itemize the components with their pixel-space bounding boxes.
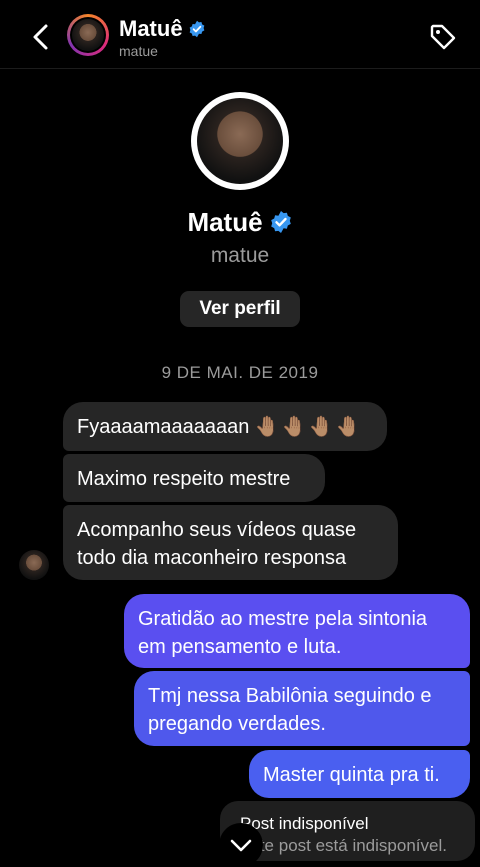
view-profile-button[interactable]: Ver perfil (180, 291, 300, 327)
scroll-to-bottom-button[interactable] (219, 823, 263, 867)
post-unavailable-title: Post indisponível (240, 814, 369, 833)
message-bubble-outgoing[interactable]: Gratidão ao mestre pela sintonia em pens… (124, 594, 470, 668)
post-unavailable-subtitle: Este post está indisponível. (240, 836, 447, 855)
tag-icon[interactable] (429, 23, 457, 51)
chat-header: Matuê matue (0, 0, 480, 69)
header-username: matue (119, 43, 158, 59)
verified-badge-icon (189, 20, 205, 38)
profile-name: Matuê (187, 207, 263, 237)
profile-name-row: Matuê (0, 207, 480, 238)
chevron-down-icon (230, 839, 252, 852)
message-bubble-outgoing[interactable]: Master quinta pra ti. (249, 750, 470, 798)
profile-photo (72, 19, 104, 51)
message-text: Maximo respeito mestre (77, 468, 291, 490)
message-text: Master quinta pra ti. (263, 764, 440, 786)
message-bubble-incoming[interactable]: Maximo respeito mestre (63, 454, 325, 502)
message-text: Fyaaaamaaaaaaan (77, 416, 250, 438)
profile-avatar[interactable] (191, 92, 289, 190)
message-bubble-incoming[interactable]: Acompanho seus vídeos quase todo dia mac… (63, 505, 398, 580)
header-name[interactable]: Matuê (119, 16, 183, 42)
verified-badge-icon (270, 211, 291, 234)
raised-hand-emoji: 🤚🏽🤚🏽🤚🏽🤚🏽 (254, 416, 363, 438)
thread-date: 9 DE MAI. DE 2019 (161, 363, 319, 382)
message-bubble-incoming[interactable]: Fyaaaamaaaaaaan 🤚🏽🤚🏽🤚🏽🤚🏽 (63, 402, 387, 451)
profile-username: matue (210, 244, 270, 267)
profile-photo (197, 98, 283, 184)
message-text: Tmj nessa Babilônia seguindo e pregando … (148, 685, 432, 735)
message-bubble-outgoing[interactable]: Tmj nessa Babilônia seguindo e pregando … (134, 671, 470, 746)
message-text: Gratidão ao mestre pela sintonia em pens… (138, 608, 428, 658)
sender-avatar[interactable] (19, 550, 49, 580)
chevron-left-icon[interactable] (28, 22, 54, 52)
header-avatar[interactable] (67, 14, 109, 56)
message-text: Acompanho seus vídeos quase todo dia mac… (77, 519, 357, 569)
